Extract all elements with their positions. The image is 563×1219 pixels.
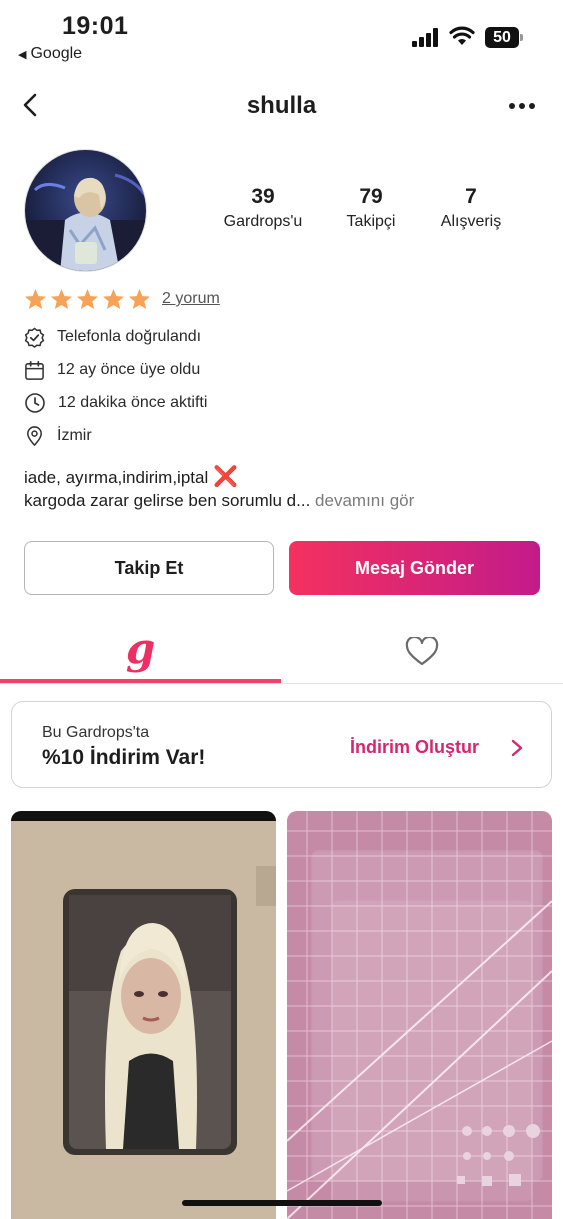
status-time: 19:01 xyxy=(62,12,129,40)
star-icon xyxy=(102,288,125,310)
star-icon xyxy=(128,288,151,310)
discount-title: %10 İndirim Var! xyxy=(42,746,206,769)
back-triangle-icon: ◀ xyxy=(18,48,27,61)
avatar-image xyxy=(25,150,146,271)
tab-favorites[interactable] xyxy=(281,620,562,684)
stat-label: Alışveriş xyxy=(440,213,502,230)
info-text: İzmir xyxy=(57,427,92,444)
star-icon xyxy=(50,288,73,310)
info-text: 12 dakika önce aktifti xyxy=(58,394,208,411)
bio-line-2: kargoda zarar gelirse ben sorumlu d... xyxy=(24,491,311,510)
info-location: İzmir xyxy=(24,424,92,448)
battery-level: 50 xyxy=(485,27,519,48)
create-discount-link[interactable]: İndirim Oluştur xyxy=(350,737,479,758)
rating-row[interactable]: 2 yorum xyxy=(24,286,220,312)
active-tab-indicator xyxy=(0,679,281,683)
home-indicator xyxy=(182,1200,382,1206)
stat-value: 39 xyxy=(251,185,275,208)
info-text: Telefonla doğrulandı xyxy=(57,328,202,345)
top-navigation: shulla xyxy=(0,80,563,130)
avatar[interactable] xyxy=(24,149,147,272)
calendar-icon xyxy=(25,360,44,380)
gardrops-logo-icon: g xyxy=(125,624,156,673)
info-verified: Telefonla doğrulandı xyxy=(24,325,201,349)
cellular-signal-icon xyxy=(412,27,440,47)
location-pin-icon xyxy=(27,426,42,446)
heart-icon xyxy=(405,637,438,666)
profile-tabs: g xyxy=(0,620,563,684)
star-icon xyxy=(24,288,47,310)
product-image xyxy=(287,811,552,1219)
product-card[interactable] xyxy=(287,811,552,1219)
send-message-button[interactable]: Mesaj Gönder xyxy=(289,541,540,595)
info-text: 12 ay önce üye oldu xyxy=(57,361,201,378)
profile-stats: 39 Gardrops'u 79 Takipçi 7 Alışveriş xyxy=(205,185,535,245)
battery-icon: 50 xyxy=(485,27,523,48)
info-last-active: 12 dakika önce aktifti xyxy=(24,391,207,415)
star-icon xyxy=(76,288,99,310)
wifi-icon xyxy=(449,26,475,45)
back-app-label: Google xyxy=(30,45,83,62)
stat-wardrobe[interactable]: 39 Gardrops'u xyxy=(205,185,321,231)
verified-badge-icon xyxy=(24,327,45,348)
stat-followers[interactable]: 79 Takipçi xyxy=(329,185,413,231)
page-title: shulla xyxy=(246,92,317,119)
reviews-link[interactable]: 2 yorum xyxy=(162,290,220,308)
cross-mark-emoji: ❌ xyxy=(212,466,238,488)
more-options-icon[interactable] xyxy=(508,102,536,110)
info-member-since: 12 ay önce üye oldu xyxy=(24,358,200,382)
product-card[interactable] xyxy=(11,811,276,1219)
stat-value: 79 xyxy=(359,185,383,208)
clock-icon xyxy=(25,393,45,413)
discount-card[interactable]: Bu Gardrops'ta %10 İndirim Var! İndirim … xyxy=(11,701,552,788)
discount-subtitle: Bu Gardrops'ta xyxy=(42,724,150,741)
stat-label: Takipçi xyxy=(346,213,396,230)
stat-label: Gardrops'u xyxy=(223,213,303,230)
product-image xyxy=(11,811,276,1219)
stat-purchases[interactable]: 7 Alışveriş xyxy=(427,185,515,231)
see-more-link[interactable]: devamını gör xyxy=(315,491,414,510)
chevron-right-icon[interactable] xyxy=(510,738,524,758)
profile-bio: iade, ayırma,indirim,iptal ❌ kargoda zar… xyxy=(24,466,544,512)
follow-button[interactable]: Takip Et xyxy=(24,541,274,595)
back-to-app-link[interactable]: ◀ Google xyxy=(18,45,82,63)
tab-wardrobe[interactable]: g xyxy=(0,620,281,684)
stat-value: 7 xyxy=(465,185,477,208)
bio-line-1: iade, ayırma,indirim,iptal xyxy=(24,468,209,487)
status-bar: 19:01 ◀ Google 50 xyxy=(0,0,563,70)
